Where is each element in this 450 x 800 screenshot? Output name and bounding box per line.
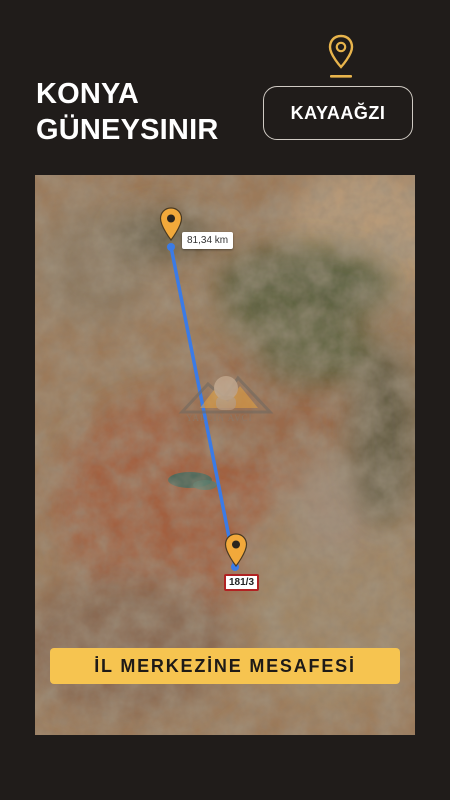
parcel-label: 181/3 — [224, 574, 260, 591]
distance-banner: İL MERKEZİNE MESAFESİ — [50, 648, 400, 684]
start-map-pin-icon[interactable] — [159, 207, 183, 241]
location-button[interactable]: KAYAAĞZI — [263, 86, 413, 140]
title-line-1: KONYA — [36, 78, 140, 110]
watermark-logo-icon — [178, 375, 274, 414]
title-line-2: GÜNEYSINIR — [36, 114, 219, 146]
destination-map-pin-icon[interactable] — [224, 533, 248, 567]
location-pin-icon — [328, 34, 354, 78]
page-title: KONYA GÜNEYSINIR — [36, 76, 218, 148]
distance-label: 81,34 km — [182, 232, 234, 249]
watermark-text: YALCIN AVCI — [186, 413, 253, 423]
